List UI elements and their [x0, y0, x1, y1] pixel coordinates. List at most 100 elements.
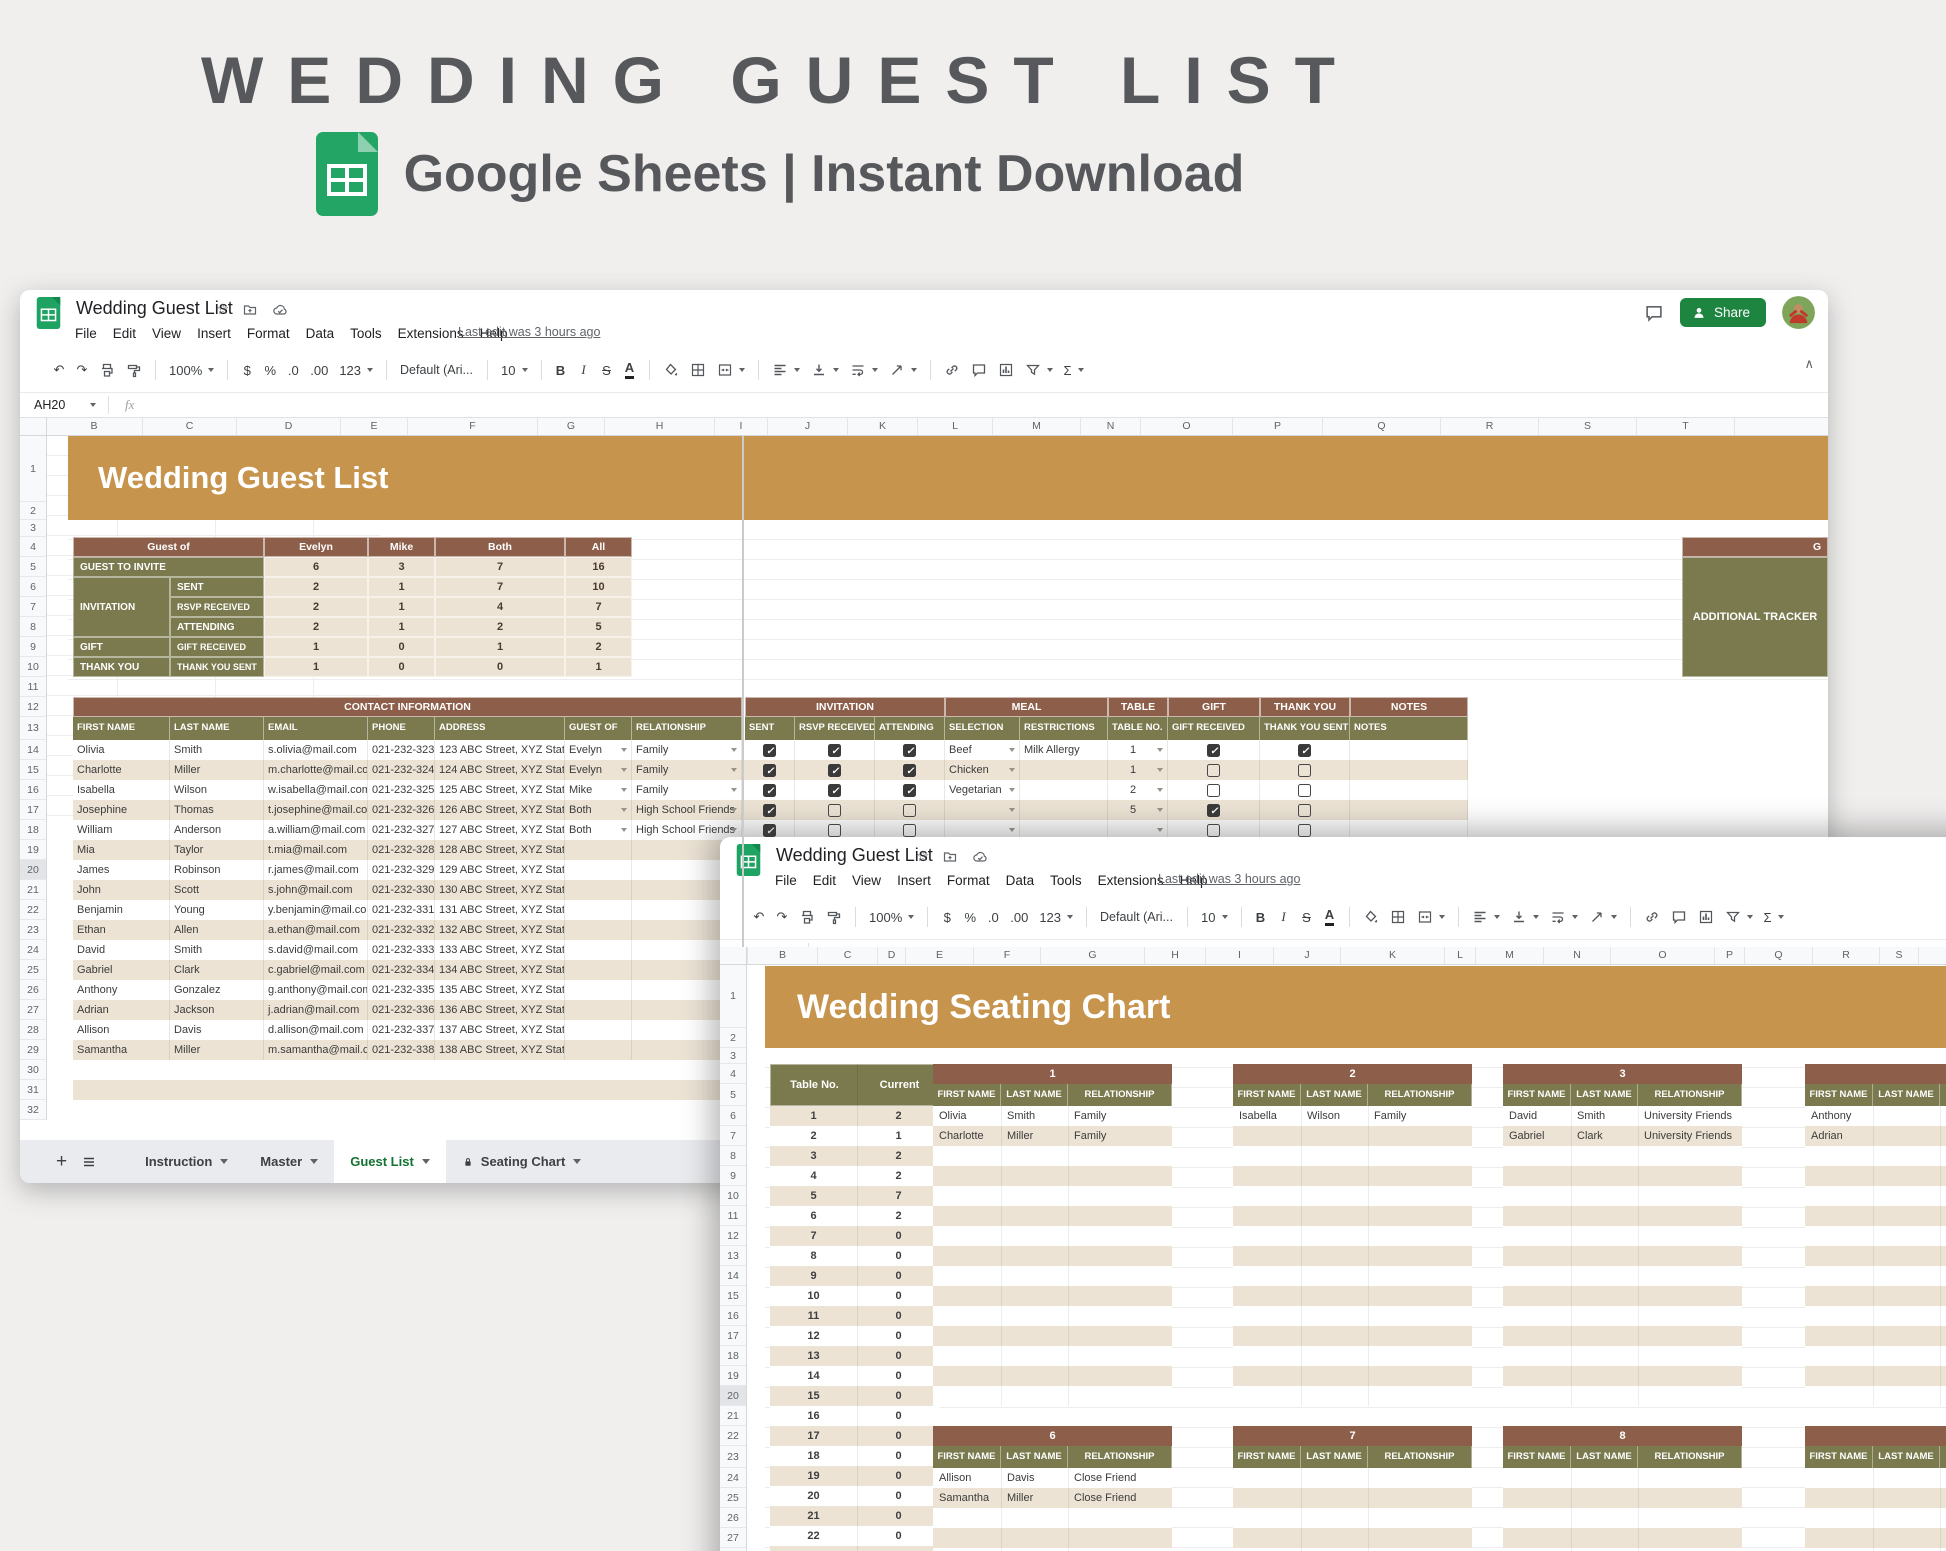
- contact-column-header[interactable]: FIRST NAME: [73, 717, 170, 740]
- row-header[interactable]: 1: [720, 965, 746, 1028]
- cell-guest-of-dropdown[interactable]: Both: [565, 800, 632, 820]
- cell-relationship-dropdown[interactable]: Family: [632, 760, 742, 780]
- summary-cell[interactable]: 1: [264, 637, 368, 657]
- menu-item[interactable]: Format: [947, 873, 990, 888]
- cell-email[interactable]: g.anthony@mail.com: [264, 980, 368, 1000]
- zoom-select[interactable]: 100%: [864, 904, 919, 930]
- fill-color-icon[interactable]: [658, 357, 684, 383]
- seat-last-name[interactable]: Wilson: [1301, 1106, 1368, 1126]
- font-size-select[interactable]: 10: [1196, 904, 1232, 930]
- more-formats-button[interactable]: 123: [334, 357, 378, 383]
- cell-last-name[interactable]: Wilson: [170, 780, 264, 800]
- cell-phone[interactable]: 021-232-326: [368, 800, 435, 820]
- share-button[interactable]: Share: [1680, 298, 1766, 327]
- row-header[interactable]: 3: [20, 520, 46, 537]
- row-header[interactable]: 26: [20, 980, 46, 1000]
- cell-guest-of-dropdown[interactable]: Both: [565, 820, 632, 840]
- menu-item[interactable]: File: [775, 873, 797, 888]
- fill-color-icon[interactable]: [1358, 904, 1384, 930]
- undo-icon[interactable]: ↶: [48, 357, 70, 383]
- cell-address[interactable]: 133 ABC Street, XYZ State, 10: [435, 940, 565, 960]
- cell-first-name[interactable]: Josephine: [73, 800, 170, 820]
- borders-icon[interactable]: [685, 357, 711, 383]
- cell-last-name[interactable]: Anderson: [170, 820, 264, 840]
- cell-attending-checkbox[interactable]: [875, 800, 945, 820]
- seat-relationship[interactable]: University Friends: [1638, 1106, 1742, 1126]
- cell-rsvp-checkbox[interactable]: [795, 740, 875, 760]
- menu-item[interactable]: Edit: [113, 326, 136, 341]
- redo-icon[interactable]: ↷: [771, 904, 793, 930]
- seat-last-name[interactable]: Clark: [1571, 1126, 1638, 1146]
- row-header[interactable]: 14: [720, 1266, 746, 1286]
- capacity-table-no[interactable]: 16: [770, 1406, 857, 1426]
- column-header[interactable]: B: [748, 947, 818, 964]
- cell-last-name[interactable]: Davis: [170, 1020, 264, 1040]
- row-header[interactable]: 17: [720, 1326, 746, 1346]
- menu-item[interactable]: Insert: [197, 326, 231, 341]
- sheet-tab[interactable]: Instruction: [129, 1140, 244, 1183]
- cell-restrictions[interactable]: [1020, 760, 1108, 780]
- cell-notes[interactable]: [1350, 740, 1468, 760]
- insert-link-icon[interactable]: [1639, 904, 1665, 930]
- text-color-button[interactable]: A: [625, 361, 634, 379]
- column-header[interactable]: R: [1441, 418, 1539, 435]
- cell-gift-checkbox[interactable]: [1168, 740, 1260, 760]
- text-rotate-icon[interactable]: [884, 357, 922, 383]
- select-all-corner[interactable]: [20, 418, 47, 436]
- cell-table-no-dropdown[interactable]: 5: [1108, 800, 1168, 820]
- row-header[interactable]: 6: [20, 577, 46, 597]
- menu-item[interactable]: Extensions: [398, 326, 464, 341]
- avatar[interactable]: [1782, 296, 1815, 329]
- row-header[interactable]: 8: [720, 1146, 746, 1166]
- summary-cell[interactable]: 5: [565, 617, 632, 637]
- cell-address[interactable]: 126 ABC Street, XYZ State, 10: [435, 800, 565, 820]
- font-size-select[interactable]: 10: [496, 357, 532, 383]
- menu-item[interactable]: Tools: [350, 326, 382, 341]
- column-header[interactable]: F: [408, 418, 538, 435]
- cell-guest-of-dropdown[interactable]: [565, 980, 632, 1000]
- cell-phone[interactable]: 021-232-331: [368, 900, 435, 920]
- cell-last-name[interactable]: Robinson: [170, 860, 264, 880]
- row-header[interactable]: 20: [20, 860, 46, 880]
- seat-last-name[interactable]: [1873, 1126, 1940, 1146]
- contact-column-header[interactable]: GUEST OF: [565, 717, 632, 740]
- cell-first-name[interactable]: Ethan: [73, 920, 170, 940]
- cell-guest-of-dropdown[interactable]: [565, 940, 632, 960]
- summary-cell[interactable]: 3: [368, 557, 435, 577]
- cell-address[interactable]: 136 ABC Street, XYZ State, 10: [435, 1000, 565, 1020]
- column-header[interactable]: J: [1274, 947, 1341, 964]
- row-header[interactable]: 8: [20, 617, 46, 637]
- seat-first-name[interactable]: Anthony: [1805, 1106, 1873, 1126]
- paint-format-icon[interactable]: [121, 357, 147, 383]
- italic-button[interactable]: I: [1273, 904, 1295, 930]
- column-header[interactable]: R: [1813, 947, 1880, 964]
- column-header[interactable]: B: [46, 418, 143, 435]
- column-header[interactable]: H: [605, 418, 715, 435]
- cell-phone[interactable]: 021-232-324: [368, 760, 435, 780]
- cell-phone[interactable]: 021-232-336: [368, 1000, 435, 1020]
- row-header[interactable]: 5: [20, 557, 46, 577]
- cell-last-name[interactable]: Clark: [170, 960, 264, 980]
- merge-cells-icon[interactable]: [1412, 904, 1450, 930]
- summary-cell[interactable]: 2: [264, 597, 368, 617]
- cell-last-name[interactable]: Jackson: [170, 1000, 264, 1020]
- text-rotate-icon[interactable]: [1584, 904, 1622, 930]
- insert-chart-icon[interactable]: [1693, 904, 1719, 930]
- contact-column-header[interactable]: RSVP RECEIVED: [795, 717, 875, 740]
- cell-email[interactable]: r.james@mail.com: [264, 860, 368, 880]
- cell-attending-checkbox[interactable]: [875, 740, 945, 760]
- cell-email[interactable]: s.john@mail.com: [264, 880, 368, 900]
- row-header[interactable]: 27: [20, 1000, 46, 1020]
- cell-first-name[interactable]: John: [73, 880, 170, 900]
- row-header[interactable]: 9: [720, 1166, 746, 1186]
- star-icon[interactable]: ☆: [216, 300, 229, 318]
- bold-button[interactable]: B: [550, 357, 572, 383]
- cell-phone[interactable]: 021-232-333: [368, 940, 435, 960]
- cell-email[interactable]: a.william@mail.com: [264, 820, 368, 840]
- cell-email[interactable]: m.charlotte@mail.com: [264, 760, 368, 780]
- cell-last-name[interactable]: Allen: [170, 920, 264, 940]
- seat-last-name[interactable]: Smith: [1571, 1106, 1638, 1126]
- row-header[interactable]: 26: [720, 1508, 746, 1528]
- more-formats-button[interactable]: 123: [1034, 904, 1078, 930]
- cell-attending-checkbox[interactable]: [875, 780, 945, 800]
